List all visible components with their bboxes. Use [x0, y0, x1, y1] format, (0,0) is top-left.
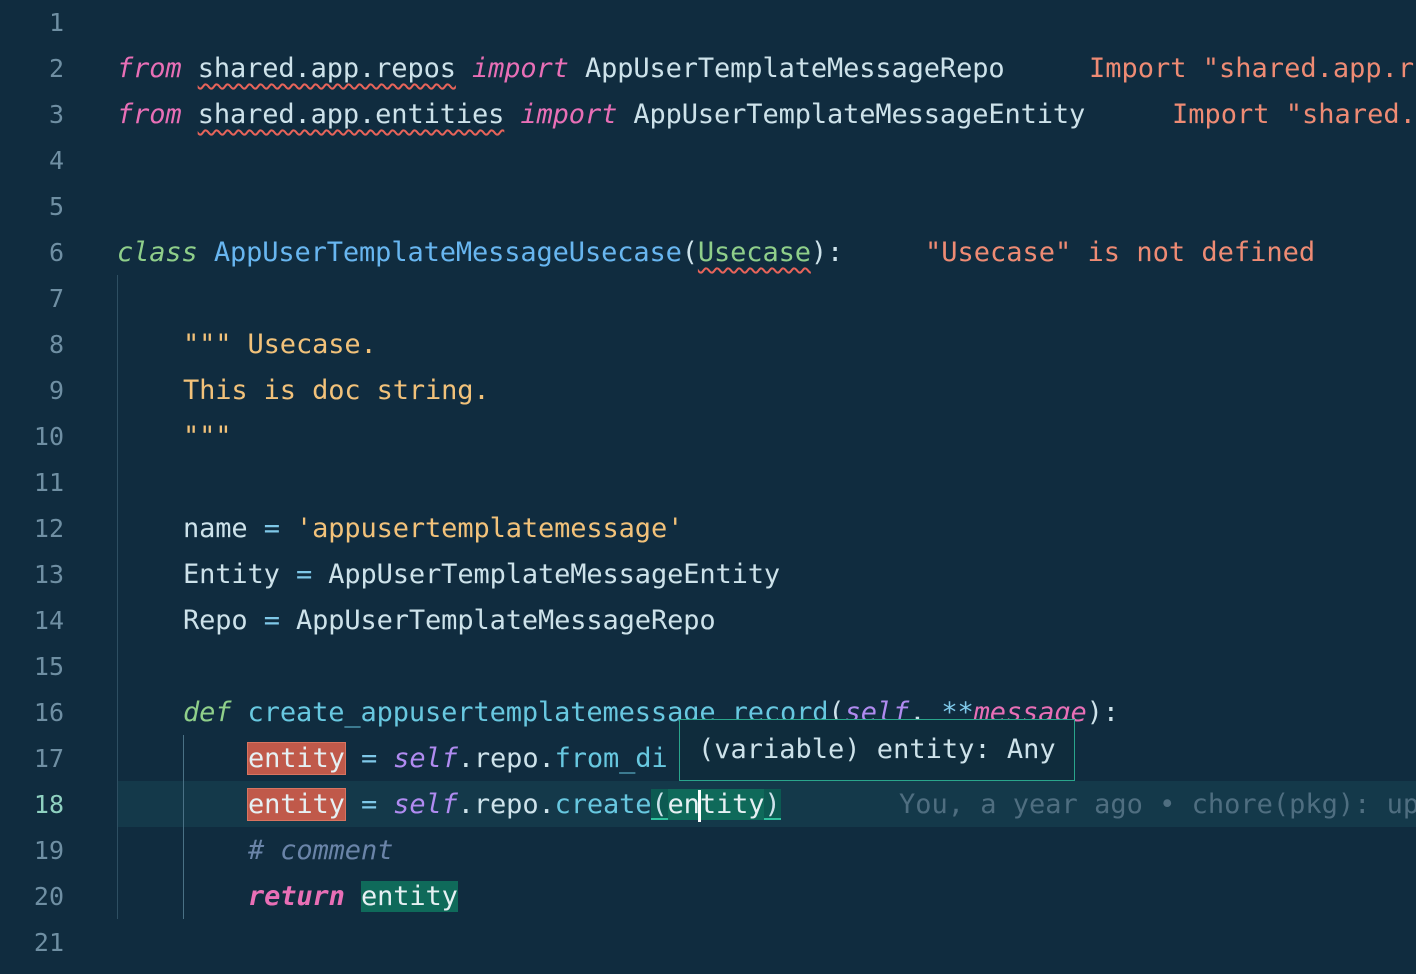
code-line-14[interactable]: Repo = AppUserTemplateMessageRepo: [183, 598, 1416, 644]
line-number: 20: [33, 882, 64, 911]
variable[interactable]: Repo: [183, 605, 248, 636]
error-message: Import "shared.app.r: [1089, 53, 1415, 84]
keyword: class: [117, 237, 198, 268]
inline-error-3: Import "shared.: [1172, 92, 1416, 138]
base-class[interactable]: Usecase: [698, 237, 811, 268]
code-line-12[interactable]: name = 'appusertemplatemessage': [183, 506, 1416, 552]
line-number: 4: [48, 146, 64, 175]
argument-text: en: [667, 789, 700, 820]
variable-highlight-write[interactable]: entity: [247, 788, 346, 821]
operator: =: [263, 605, 280, 636]
code-line-8[interactable]: """ Usecase.: [183, 322, 1416, 368]
code-editor[interactable]: 1 2 3 4 5 6 7 8 9 10 11 12 13 14 15 16 1…: [0, 0, 1416, 974]
self-ref[interactable]: self: [393, 743, 458, 774]
string-literal: 'appusertemplatemessage': [295, 513, 684, 544]
line-number: 1: [48, 8, 64, 37]
line-number: 5: [48, 192, 64, 221]
line-number: 8: [48, 330, 64, 359]
inline-error-6: "Usecase" is not defined: [925, 230, 1405, 276]
operator: =: [360, 743, 378, 774]
paren: ):: [1086, 697, 1119, 728]
keyword: from: [117, 53, 182, 84]
argument-highlight-read[interactable]: entity: [667, 789, 765, 822]
line-number: 21: [33, 928, 64, 957]
indent-guide-class: [117, 275, 118, 919]
git-blame-annotation[interactable]: You, a year ago • chore(pkg): up: [899, 782, 1416, 828]
variable[interactable]: name: [183, 513, 248, 544]
reference[interactable]: AppUserTemplateMessageRepo: [296, 605, 716, 636]
code-line-20[interactable]: return entity: [248, 874, 1416, 920]
paren: (: [651, 789, 668, 820]
self-ref[interactable]: self: [393, 789, 458, 820]
paren: ): [764, 789, 781, 820]
hover-text: (variable) entity: Any: [698, 734, 1056, 765]
paren: (: [681, 237, 698, 268]
variable[interactable]: Entity: [183, 559, 280, 590]
class-name[interactable]: AppUserTemplateMessageUsecase: [214, 237, 682, 268]
keyword: import: [520, 99, 618, 130]
argument-text: tity: [699, 789, 765, 820]
method-name[interactable]: create: [555, 789, 652, 820]
line-number: 11: [33, 468, 64, 497]
line-number-active: 18: [33, 790, 64, 819]
keyword: def: [183, 697, 232, 728]
docstring: """: [183, 421, 232, 452]
method-name[interactable]: from_di: [555, 743, 668, 774]
inline-error-2: Import "shared.app.r: [1089, 46, 1416, 92]
module-path[interactable]: shared.app.repos: [198, 53, 456, 84]
operator: =: [360, 789, 378, 820]
line-number: 3: [48, 100, 64, 129]
imported-name[interactable]: AppUserTemplateMessageRepo: [585, 53, 1005, 84]
code-line-9[interactable]: This is doc string.: [183, 368, 1416, 414]
keyword: from: [117, 99, 182, 130]
paren: ):: [810, 237, 844, 268]
indent-guide-def: [183, 735, 184, 919]
operator: =: [295, 559, 313, 590]
imported-name[interactable]: AppUserTemplateMessageEntity: [633, 99, 1085, 130]
line-number: 14: [33, 606, 64, 635]
error-message: Import "shared.: [1172, 99, 1416, 130]
variable-highlight-write[interactable]: entity: [247, 742, 346, 775]
line-number: 17: [33, 744, 64, 773]
line-number: 16: [33, 698, 64, 727]
code-line-13[interactable]: Entity = AppUserTemplateMessageEntity: [183, 552, 1416, 598]
line-number: 12: [33, 514, 64, 543]
hover-tooltip: (variable) entity: Any: [679, 719, 1075, 781]
line-number: 9: [48, 376, 64, 405]
docstring: This is doc string.: [183, 375, 490, 406]
keyword: import: [472, 53, 569, 84]
code-line-10[interactable]: """: [183, 414, 1416, 460]
variable-highlight-read[interactable]: entity: [360, 881, 458, 912]
line-number: 10: [33, 422, 64, 451]
code-line-19[interactable]: # comment: [248, 828, 1416, 874]
reference[interactable]: AppUserTemplateMessageEntity: [328, 559, 780, 590]
line-number: 19: [33, 836, 64, 865]
line-number: 6: [48, 238, 64, 267]
operator: =: [263, 513, 280, 544]
module-path[interactable]: shared.app.entities: [198, 99, 505, 130]
keyword: return: [248, 881, 345, 912]
attribute[interactable]: .repo.: [458, 743, 555, 774]
line-number: 2: [48, 54, 64, 83]
line-number: 15: [33, 652, 64, 681]
attribute[interactable]: .repo.: [458, 789, 555, 820]
line-number: 13: [33, 560, 64, 589]
docstring: """ Usecase.: [183, 329, 377, 360]
blame-text: You, a year ago • chore(pkg): up: [899, 789, 1416, 820]
error-message: "Usecase" is not defined: [925, 237, 1316, 268]
line-number: 7: [48, 284, 64, 313]
comment: # comment: [248, 835, 394, 866]
